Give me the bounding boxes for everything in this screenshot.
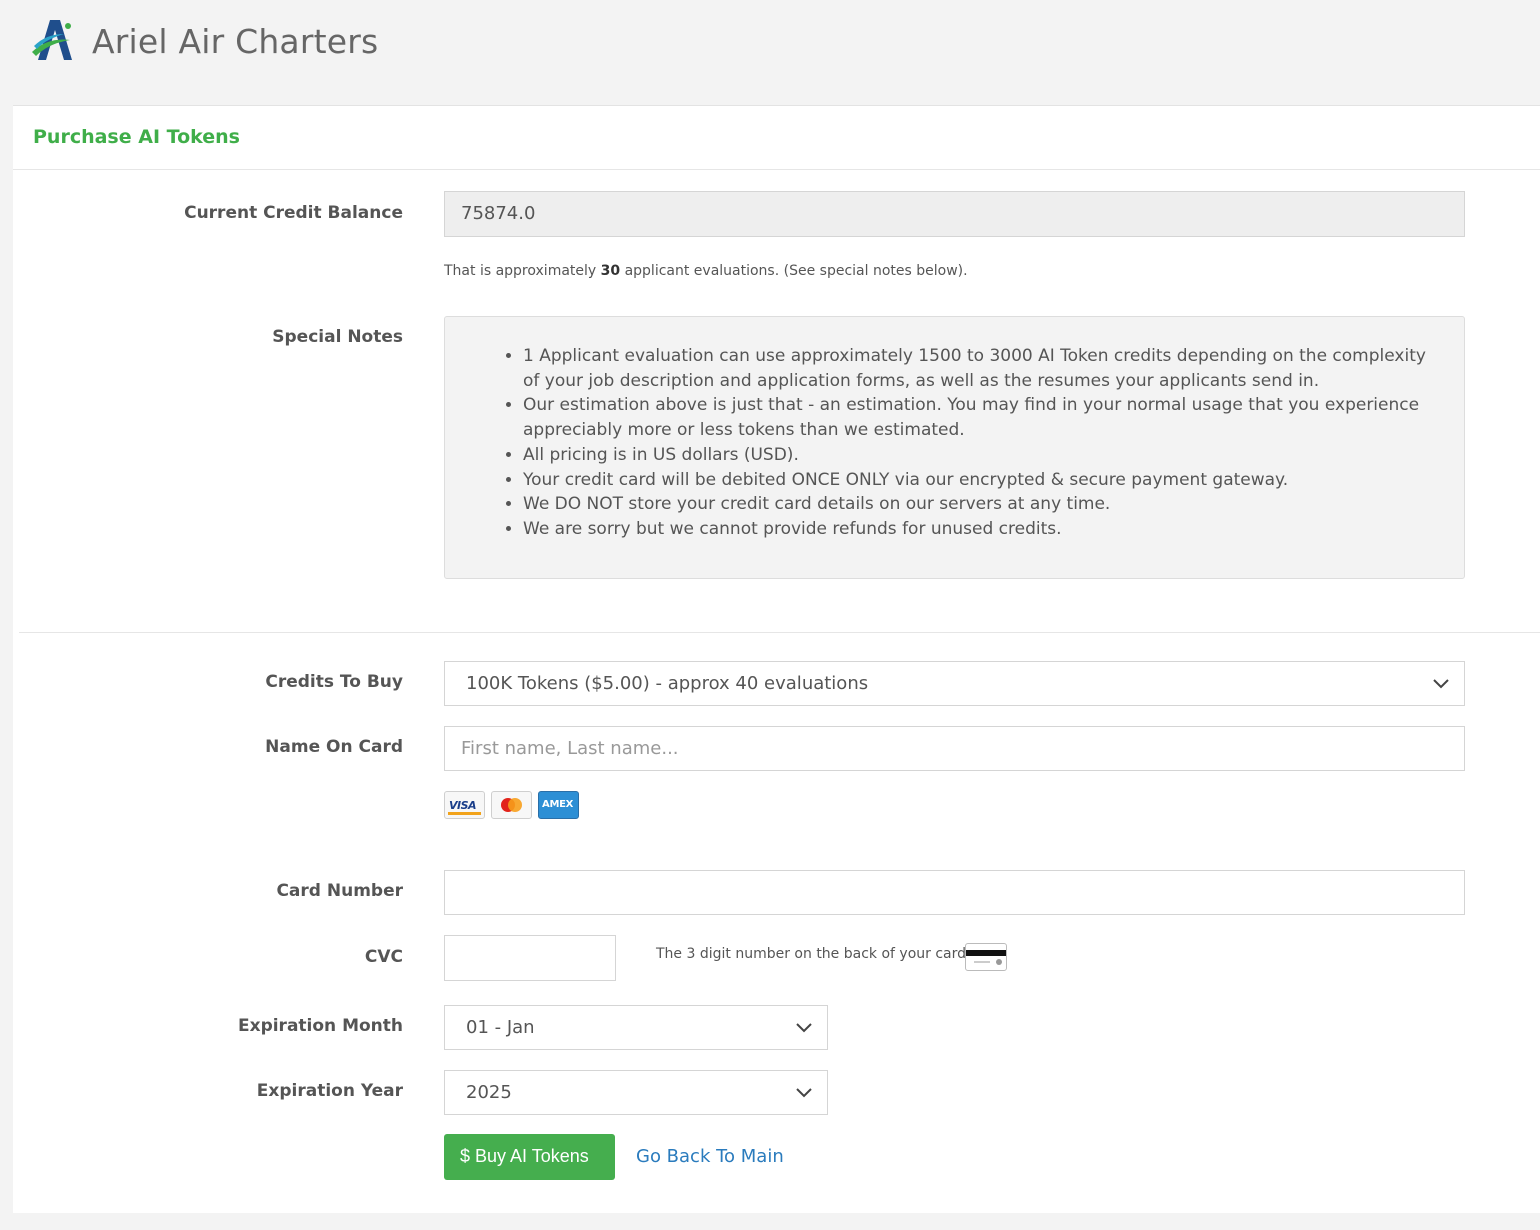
cvc-help-text: The 3 digit number on the back of your c… [656,946,971,962]
list-item: Our estimation above is just that - an e… [523,393,1436,442]
buy-ai-tokens-button[interactable]: $ Buy AI Tokens [444,1134,615,1180]
chevron-down-icon [1433,679,1449,689]
special-notes-list: 1 Applicant evaluation can use approxima… [445,344,1436,542]
expiration-year-value: 2025 [466,1082,512,1103]
expiration-year-label: Expiration Year [256,1081,403,1101]
list-item: 1 Applicant evaluation can use approxima… [523,344,1436,393]
mastercard-icon [491,791,532,819]
visa-card-text: VISA [449,799,477,812]
go-back-to-main-link[interactable]: Go Back To Main [636,1146,784,1167]
chevron-down-icon [796,1088,812,1098]
help-suffix: applicant evaluations. (See special note… [620,263,968,279]
section-divider [19,632,1540,633]
expiration-month-value: 01 - Jan [466,1017,535,1038]
expiration-month-label: Expiration Month [237,1016,403,1036]
top-header: Ariel Air Charters [0,0,1540,105]
credit-balance-field: 75874.0 [444,191,1465,237]
list-item: We DO NOT store your credit card details… [523,492,1436,517]
brand-name: Ariel Air Charters [92,22,379,61]
mastercard-circles [501,798,522,812]
credit-balance-value: 75874.0 [461,203,536,224]
credits-to-buy-value: 100K Tokens ($5.00) - approx 40 evaluati… [466,673,869,694]
chevron-down-icon [796,1023,812,1033]
card-back-line [974,961,990,963]
list-item: We are sorry but we cannot provide refun… [523,517,1436,542]
special-notes-box: 1 Applicant evaluation can use approxima… [444,316,1465,579]
name-on-card-label: Name On Card [265,737,403,757]
card-number-field[interactable] [444,870,1465,915]
card-back-stripe [966,950,1006,956]
ariel-logo-icon[interactable] [30,16,76,62]
panel-header: Purchase AI Tokens [13,106,1540,170]
expiration-year-select[interactable]: 2025 [444,1070,828,1115]
amex-card-text: AMEX [542,799,574,810]
help-prefix: That is approximately [444,263,601,279]
cvc-label: CVC [364,947,403,967]
credits-to-buy-select[interactable]: 100K Tokens ($5.00) - approx 40 evaluati… [444,661,1465,706]
help-evaluations-count: 30 [600,263,621,279]
credits-to-buy-label: Credits To Buy [265,672,403,692]
visa-stripe [448,812,481,815]
list-item: Your credit card will be debited ONCE ON… [523,468,1436,493]
card-back-icon [965,943,1007,971]
special-notes-label: Special Notes [272,327,403,347]
credit-balance-label: Current Credit Balance [184,203,403,223]
card-back-dot [996,959,1002,965]
buy-ai-tokens-label: $ Buy AI Tokens [460,1146,589,1166]
visa-card-icon: VISA [444,791,485,819]
name-on-card-field[interactable]: First name, Last name... [444,726,1465,771]
credit-balance-help: That is approximately 30 applicant evalu… [444,263,968,279]
expiration-month-select[interactable]: 01 - Jan [444,1005,828,1050]
list-item: All pricing is in US dollars (USD). [523,443,1436,468]
page-title: Purchase AI Tokens [33,126,240,148]
name-on-card-placeholder: First name, Last name... [461,738,679,759]
amex-card-icon: AMEX [538,791,579,819]
purchase-panel: Purchase AI Tokens Current Credit Balanc… [13,105,1540,1213]
cvc-field[interactable] [444,935,616,981]
card-number-label: Card Number [276,881,403,901]
